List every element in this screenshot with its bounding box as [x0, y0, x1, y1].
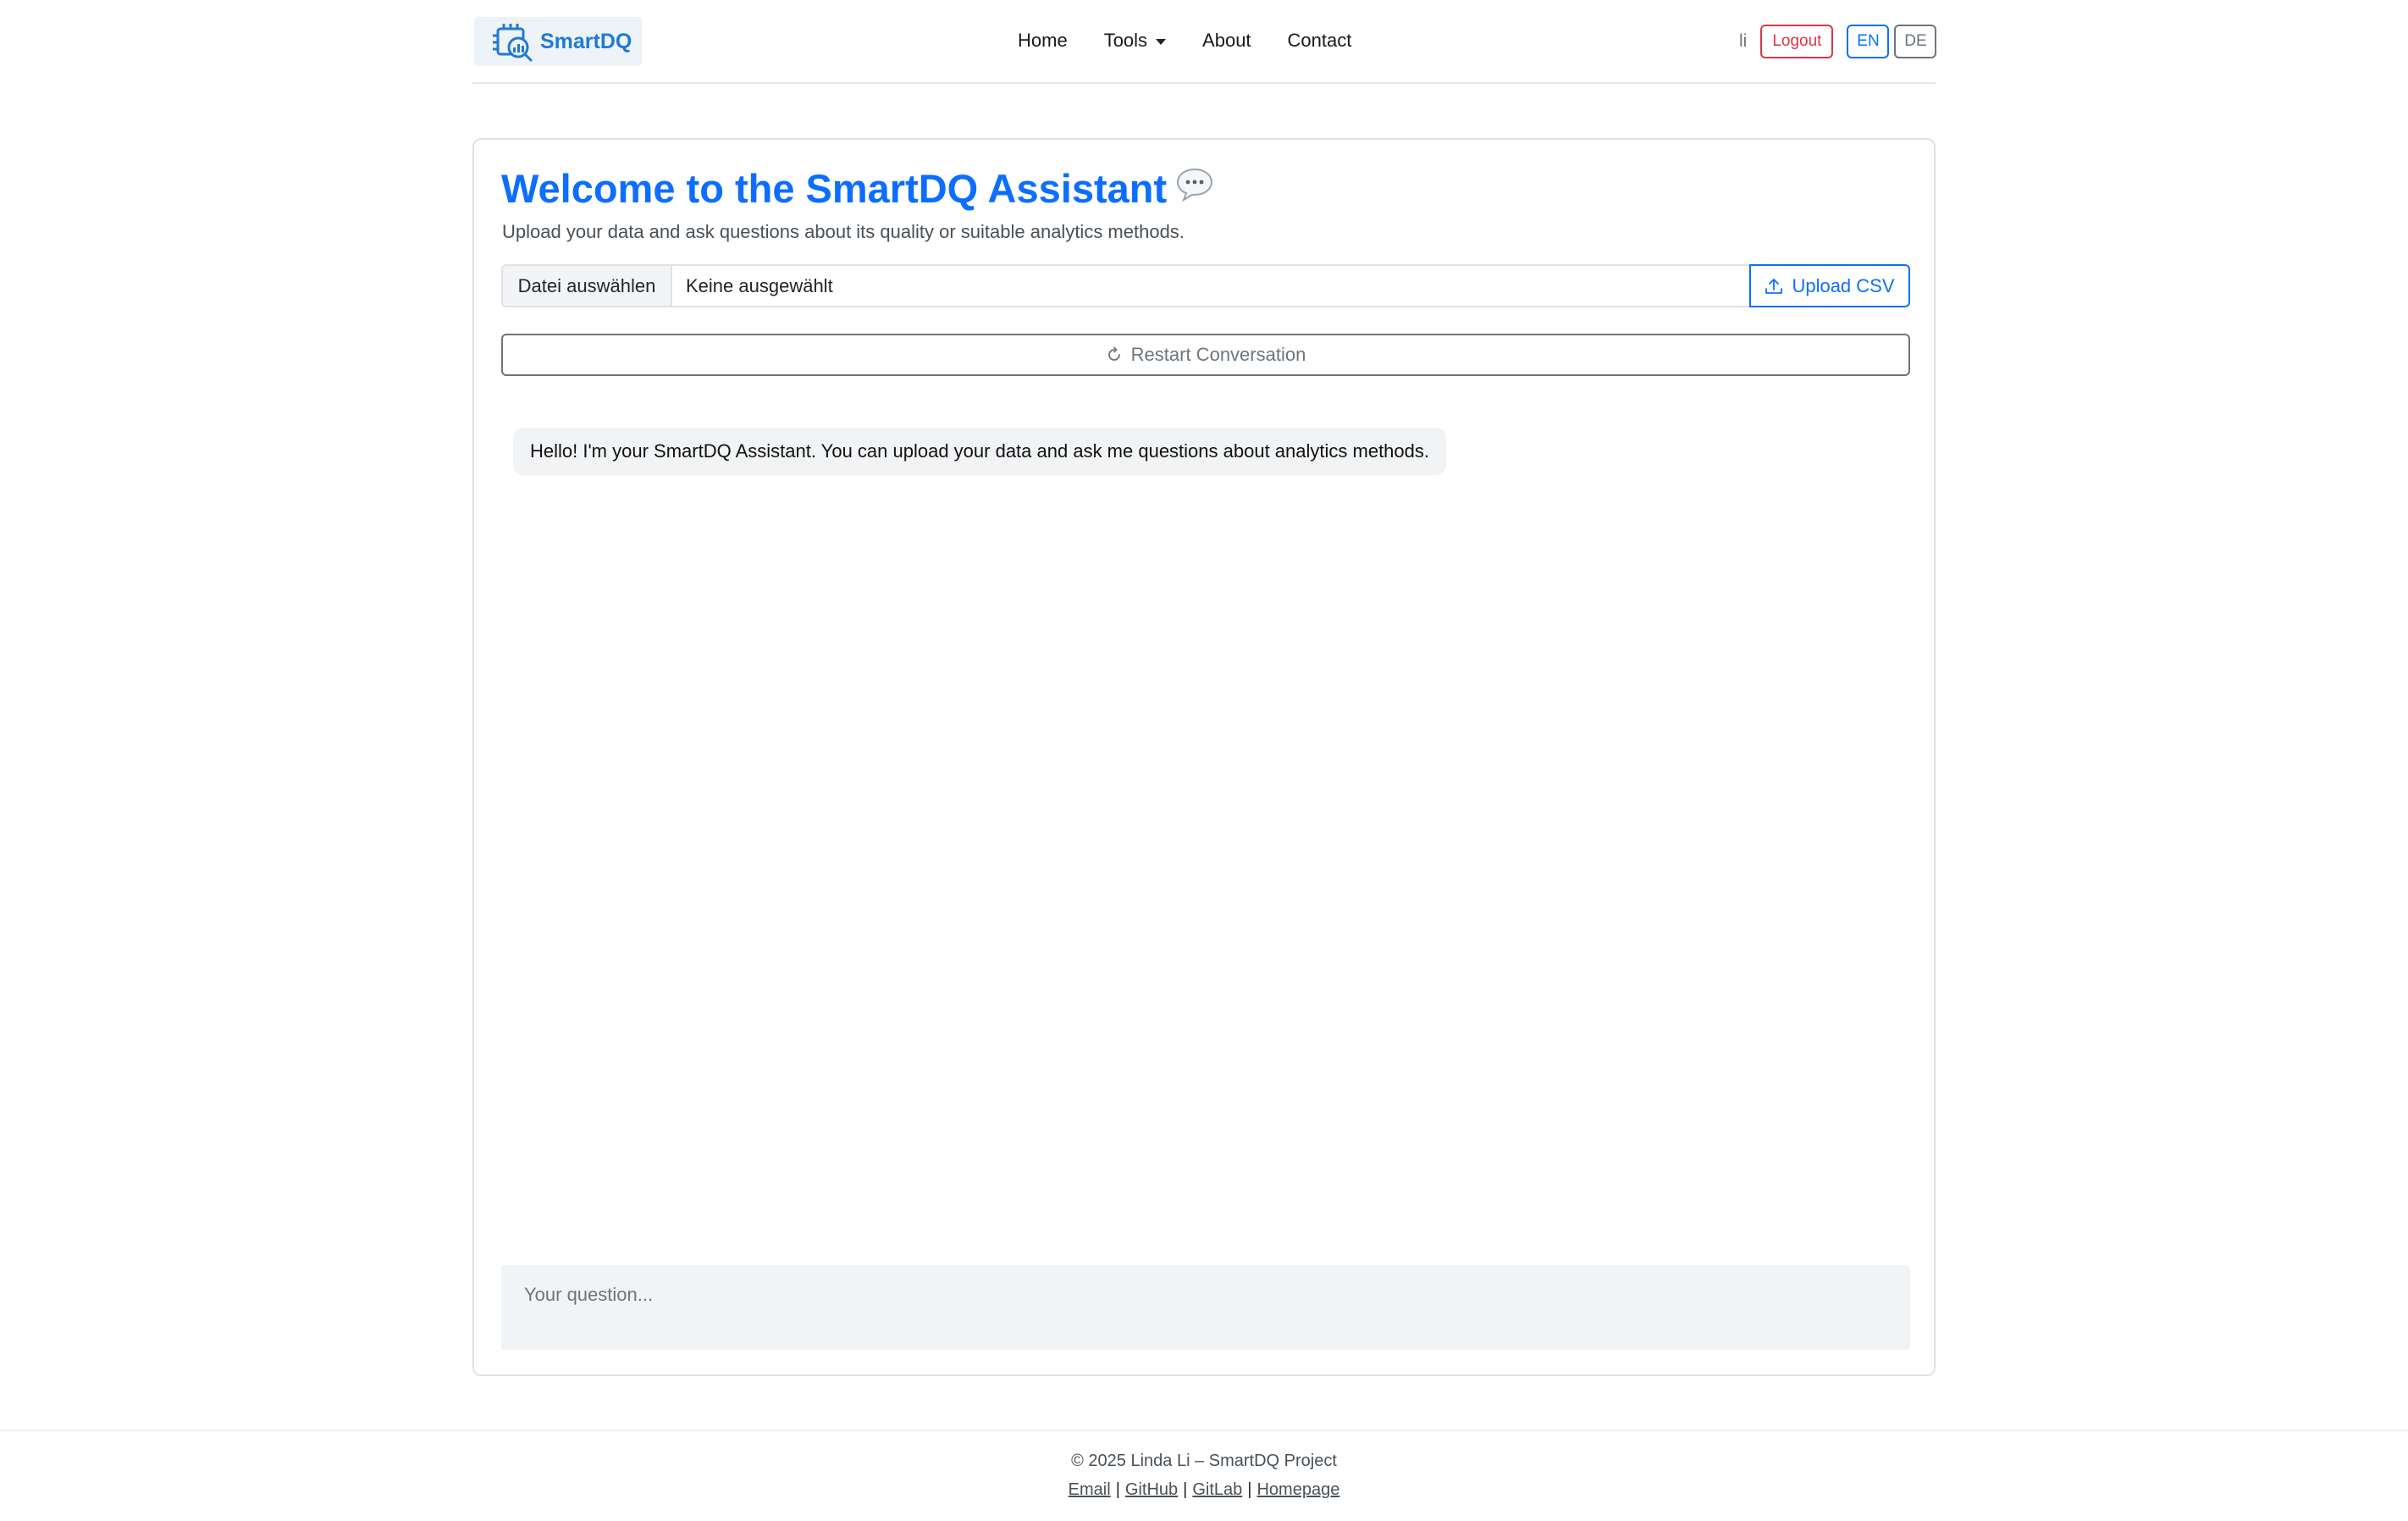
speech-bubble-icon: [1175, 165, 1214, 212]
nav-tools-label: Tools: [1103, 30, 1148, 51]
file-status: Keine ausgewählt: [686, 274, 833, 296]
username: li: [1739, 31, 1748, 51]
footer-link-gitlab[interactable]: GitLab: [1192, 1480, 1242, 1499]
lang-de-button[interactable]: DE: [1894, 25, 1937, 58]
footer-separator: |: [1247, 1480, 1252, 1499]
restart-conversation-button[interactable]: Restart Conversation: [501, 334, 1910, 376]
upload-row: Datei auswählen Keine ausgewählt Upload …: [501, 264, 1910, 307]
logout-button[interactable]: Logout: [1760, 25, 1834, 58]
brand-name: SmartDQ: [540, 29, 632, 53]
chip-magnifier-chart-icon: [493, 24, 533, 63]
footer-separator: |: [1183, 1480, 1188, 1499]
page-title-text: Welcome to the SmartDQ Assistant: [501, 166, 1168, 211]
upload-csv-label: Upload CSV: [1792, 274, 1895, 296]
restart-label: Restart Conversation: [1130, 344, 1306, 365]
nav-home[interactable]: Home: [1018, 30, 1068, 52]
footer-separator: |: [1115, 1480, 1120, 1499]
lang-en-button[interactable]: EN: [1847, 25, 1890, 58]
footer-links: Email | GitHub | GitLab | Homepage: [0, 1480, 2408, 1500]
nav-contact[interactable]: Contact: [1288, 30, 1352, 52]
brand-logo[interactable]: SmartDQ: [474, 17, 642, 66]
page: SmartDQ Home Tools About Contact li Logo…: [0, 0, 2408, 1521]
assistant-card: Welcome to the SmartDQ Assistant Upload …: [472, 138, 1936, 1376]
copyright: © 2025 Linda Li – SmartDQ Project: [1071, 1452, 1337, 1470]
caret-down-icon: [1156, 38, 1167, 45]
navbar: SmartDQ Home Tools About Contact li Logo…: [472, 0, 1937, 84]
page-subtitle: Upload your data and ask questions about…: [502, 221, 1185, 242]
chat-messages: Hello! I'm your SmartDQ Assistant. You c…: [501, 411, 1910, 1258]
file-input[interactable]: Datei auswählen Keine ausgewählt: [501, 264, 1749, 307]
upload-icon: [1765, 278, 1783, 294]
footer: © 2025 Linda Li – SmartDQ Project Email |…: [0, 1430, 2408, 1521]
question-input[interactable]: [501, 1265, 1910, 1350]
main-nav: Home Tools About Contact: [1018, 25, 1388, 56]
footer-link-github[interactable]: GitHub: [1125, 1480, 1178, 1499]
assistant-message: Hello! I'm your SmartDQ Assistant. You c…: [513, 428, 1447, 475]
page-title: Welcome to the SmartDQ Assistant: [501, 165, 1214, 212]
choose-file-button[interactable]: Datei auswählen: [503, 266, 672, 306]
refresh-icon: [1107, 346, 1120, 361]
upload-csv-button[interactable]: Upload CSV: [1749, 264, 1910, 307]
nav-tools-dropdown[interactable]: Tools: [1103, 30, 1167, 52]
user-area: li Logout EN DE: [1739, 25, 1941, 58]
footer-link-email[interactable]: Email: [1069, 1480, 1111, 1499]
nav-about[interactable]: About: [1202, 30, 1251, 52]
footer-link-homepage[interactable]: Homepage: [1256, 1480, 1339, 1499]
